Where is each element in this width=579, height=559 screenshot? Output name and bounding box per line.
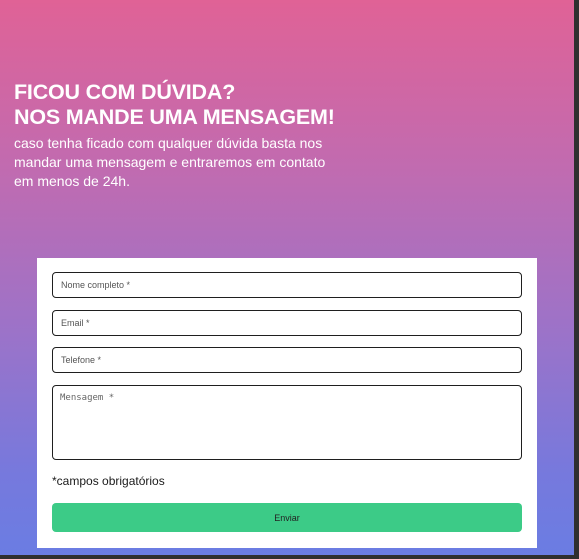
email-field-placeholder: Email * xyxy=(61,318,90,328)
name-field[interactable]: Nome completo * xyxy=(52,272,522,298)
submit-button[interactable]: Enviar xyxy=(52,503,522,532)
message-field-placeholder: Mensagem * xyxy=(60,393,115,403)
email-field[interactable]: Email * xyxy=(52,310,522,336)
phone-field-placeholder: Telefone * xyxy=(61,355,102,365)
hero-description: caso tenha ficado com qualquer dúvida ba… xyxy=(14,135,326,189)
window-edge-right xyxy=(574,0,579,559)
phone-field[interactable]: Telefone * xyxy=(52,347,522,373)
contact-hero: FICOU COM DÚVIDA? NOS MANDE UMA MENSAGEM… xyxy=(14,80,354,191)
hero-title-line-1: FICOU COM DÚVIDA? xyxy=(14,80,236,104)
hero-title-line-2: NOS MANDE UMA MENSAGEM! xyxy=(14,105,335,129)
window-edge-bottom xyxy=(0,555,579,559)
message-field[interactable]: Mensagem * xyxy=(52,385,522,460)
required-fields-note: *campos obrigatórios xyxy=(52,474,165,488)
contact-form: Nome completo * Email * Telefone * Mensa… xyxy=(37,258,537,548)
name-field-placeholder: Nome completo * xyxy=(61,280,131,290)
hero-title: FICOU COM DÚVIDA? NOS MANDE UMA MENSAGEM… xyxy=(14,80,354,130)
